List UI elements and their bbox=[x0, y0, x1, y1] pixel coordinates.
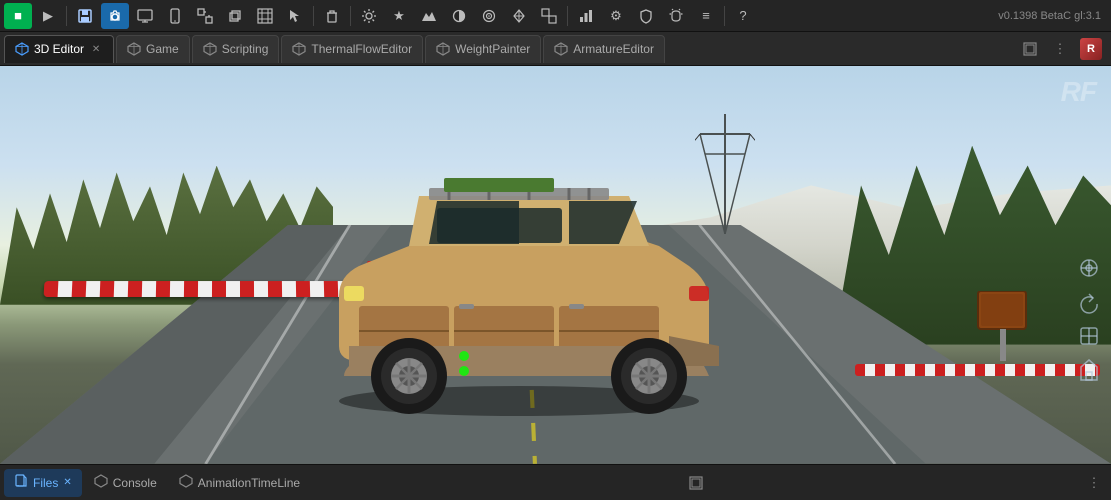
files-icon bbox=[14, 474, 28, 491]
nav-rotate-icon[interactable] bbox=[1075, 288, 1103, 316]
bottom-tab-files-label: Files bbox=[33, 476, 58, 490]
tab-scripting[interactable]: Scripting bbox=[192, 35, 280, 63]
tab-armature-editor[interactable]: ArmatureEditor bbox=[543, 35, 665, 63]
tab-weight-painter[interactable]: WeightPainter bbox=[425, 35, 541, 63]
tab-label-scripting: Scripting bbox=[222, 42, 269, 56]
console-icon bbox=[94, 474, 108, 491]
save-button[interactable] bbox=[71, 3, 99, 29]
target-button[interactable] bbox=[475, 3, 503, 29]
barrier-right bbox=[855, 364, 1099, 376]
android-button[interactable] bbox=[662, 3, 690, 29]
tab-close-3d-editor[interactable]: ✕ bbox=[89, 42, 103, 56]
bottom-tab-console[interactable]: Console bbox=[84, 469, 167, 497]
viewport[interactable]: RF bbox=[0, 66, 1111, 464]
scale-button[interactable] bbox=[191, 3, 219, 29]
bottom-menu-button[interactable]: ⋮ bbox=[1081, 470, 1107, 496]
separator-3 bbox=[350, 6, 351, 26]
animation-icon bbox=[179, 474, 193, 491]
car bbox=[289, 136, 739, 416]
road-sign bbox=[973, 291, 1033, 361]
nav-zoom-icon[interactable] bbox=[1075, 254, 1103, 282]
bottom-tab-console-label: Console bbox=[113, 476, 157, 490]
tab-icon-game bbox=[127, 42, 141, 56]
bottom-tab-files-close[interactable]: ✕ bbox=[63, 477, 71, 488]
duplicate-button[interactable] bbox=[221, 3, 249, 29]
bottom-tab-animation[interactable]: AnimationTimeLine bbox=[169, 469, 310, 497]
tab-icon-armature bbox=[554, 42, 568, 56]
tab-label-3d-editor: 3D Editor bbox=[34, 42, 84, 56]
stop-button[interactable]: ■ bbox=[4, 3, 32, 29]
layers-button[interactable]: ≡ bbox=[692, 3, 720, 29]
shield-button[interactable] bbox=[632, 3, 660, 29]
grid-button[interactable] bbox=[251, 3, 279, 29]
camera-button[interactable] bbox=[101, 3, 129, 29]
nav-overlay bbox=[1075, 254, 1103, 384]
mobile-button[interactable] bbox=[161, 3, 189, 29]
settings-button[interactable]: ⚙ bbox=[602, 3, 630, 29]
viewport-watermark: RF bbox=[1061, 76, 1096, 108]
tab-menu-button[interactable]: ⋮ bbox=[1047, 36, 1073, 62]
sun-button[interactable] bbox=[355, 3, 383, 29]
tab-icon-weight bbox=[436, 42, 450, 56]
delete-button[interactable] bbox=[318, 3, 346, 29]
bottom-expand-button[interactable] bbox=[683, 470, 709, 496]
top-toolbar: ■ ▶ ★ bbox=[0, 0, 1111, 32]
tab-label-armature: ArmatureEditor bbox=[573, 42, 654, 56]
tab-icon-3d-editor bbox=[15, 42, 29, 56]
app-logo: R bbox=[1075, 35, 1107, 63]
version-label: v0.1398 BetaC gl:3.1 bbox=[998, 10, 1107, 22]
bottom-tab-files[interactable]: Files ✕ bbox=[4, 469, 82, 497]
bottom-tab-animation-label: AnimationTimeLine bbox=[198, 476, 300, 490]
transform-button[interactable] bbox=[535, 3, 563, 29]
separator-2 bbox=[313, 6, 314, 26]
star-button[interactable]: ★ bbox=[385, 3, 413, 29]
select-button[interactable] bbox=[281, 3, 309, 29]
tabs-end-buttons: ⋮ bbox=[1017, 36, 1073, 62]
separator-1 bbox=[66, 6, 67, 26]
network-button[interactable] bbox=[505, 3, 533, 29]
bottom-bar: Files ✕ Console AnimationTimeLine ⋮ bbox=[0, 464, 1111, 500]
chart-button[interactable] bbox=[572, 3, 600, 29]
tab-game[interactable]: Game bbox=[116, 35, 190, 63]
tab-label-game: Game bbox=[146, 42, 179, 56]
separator-4 bbox=[567, 6, 568, 26]
tab-icon-scripting bbox=[203, 42, 217, 56]
tab-3d-editor[interactable]: 3D Editor ✕ bbox=[4, 35, 114, 63]
nav-home-icon[interactable] bbox=[1075, 356, 1103, 384]
tab-label-weight: WeightPainter bbox=[455, 42, 530, 56]
tabs-row: 3D Editor ✕ Game Scripting ThermalFlowEd… bbox=[0, 32, 1111, 66]
tab-icon-thermal bbox=[292, 42, 306, 56]
tab-thermal-flow-editor[interactable]: ThermalFlowEditor bbox=[281, 35, 423, 63]
tab-label-thermal: ThermalFlowEditor bbox=[311, 42, 412, 56]
monitor-button[interactable] bbox=[131, 3, 159, 29]
nav-frame-icon[interactable] bbox=[1075, 322, 1103, 350]
play-button[interactable]: ▶ bbox=[34, 3, 62, 29]
terrain-button[interactable] bbox=[415, 3, 443, 29]
separator-5 bbox=[724, 6, 725, 26]
brightness-button[interactable] bbox=[445, 3, 473, 29]
tab-expand-button[interactable] bbox=[1017, 36, 1043, 62]
help-button[interactable]: ? bbox=[729, 3, 757, 29]
